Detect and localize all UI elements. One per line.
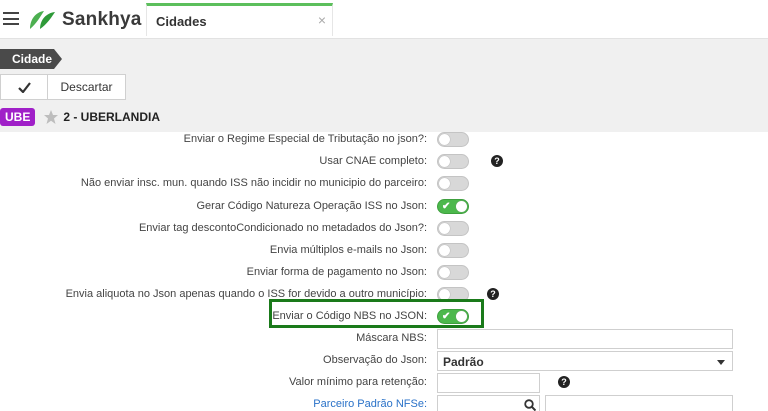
setting-row: Gerar Código Natureza Operação ISS no Js… [0, 197, 768, 217]
help-icon[interactable]: ? [487, 288, 499, 300]
star-icon[interactable] [43, 109, 59, 125]
parceiro-padrao-input[interactable] [437, 395, 540, 411]
close-icon[interactable]: × [318, 12, 326, 28]
search-icon[interactable] [524, 399, 536, 411]
toggle-switch[interactable] [437, 243, 469, 258]
sankhya-logo: Sankhya [28, 8, 142, 32]
toggle-switch[interactable] [437, 132, 469, 147]
select-value: Padrão [443, 355, 484, 369]
field-label: Valor mínimo para retenção: [289, 376, 427, 388]
parceiro-nome-field [545, 395, 733, 411]
action-buttons: Descartar [0, 74, 126, 100]
tab-cidades[interactable]: Cidades × [146, 3, 333, 36]
tab-label: Cidades [156, 14, 207, 29]
field-label: Observação do Json: [323, 354, 427, 366]
field-row: Parceiro Padrão NFSe: [0, 395, 768, 411]
breadcrumb-label: Cidade [12, 52, 53, 66]
parceiro-padrao-link[interactable]: Parceiro Padrão NFSe: [313, 398, 427, 410]
record-header: UBE 2 - UBERLANDIA [0, 107, 160, 127]
record-title: 2 - UBERLANDIA [63, 110, 161, 124]
field-row: Valor mínimo para retenção: ? [0, 373, 768, 393]
discard-button[interactable]: Descartar [48, 74, 126, 100]
toggle-switch[interactable] [437, 265, 469, 280]
setting-label: Enviar tag descontoCondicionado no metad… [138, 222, 427, 234]
setting-row: Enviar o Regime Especial de Tributação n… [0, 132, 768, 150]
setting-label: Gerar Código Natureza Operação ISS no Js… [196, 200, 427, 212]
setting-label: Enviar forma de pagamento no Json: [246, 266, 427, 278]
help-icon[interactable]: ? [558, 376, 570, 388]
observacao-json-select[interactable]: Padrão [437, 351, 733, 371]
setting-row: Enviar forma de pagamento no Json: [0, 263, 768, 283]
mascara-nbs-input[interactable] [437, 329, 733, 349]
setting-row: Enviar tag descontoCondicionado no metad… [0, 219, 768, 239]
leaf-logo-icon [30, 11, 55, 29]
setting-row: Envia múltiplos e-mails no Json: [0, 241, 768, 261]
check-icon [17, 81, 31, 93]
toggle-switch[interactable] [437, 154, 469, 169]
setting-label: Não enviar insc. mun. quando ISS não inc… [80, 177, 427, 189]
setting-row: Usar CNAE completo: ? [0, 152, 768, 172]
menu-icon[interactable] [3, 12, 19, 25]
confirm-button[interactable] [0, 74, 48, 100]
setting-label: Enviar o Regime Especial de Tributação n… [183, 133, 427, 145]
valor-minimo-input[interactable] [437, 373, 540, 393]
chevron-down-icon [717, 360, 725, 365]
toggle-switch[interactable] [437, 176, 469, 191]
highlight-box [269, 299, 484, 328]
field-row: Observação do Json: Padrão [0, 351, 768, 371]
city-badge: UBE [0, 108, 36, 126]
toggle-switch[interactable] [437, 221, 469, 236]
field-label: Máscara NBS: [356, 332, 427, 344]
setting-row: Não enviar insc. mun. quando ISS não inc… [0, 174, 768, 194]
help-icon[interactable]: ? [491, 155, 503, 167]
setting-label: Usar CNAE completo: [319, 155, 427, 167]
top-bar: Sankhya Cidades × [0, 0, 768, 39]
app-name: Sankhya [62, 9, 142, 30]
toggle-switch[interactable]: ✔ [437, 199, 469, 214]
form-content: Enviar o Regime Especial de Tributação n… [0, 132, 768, 411]
setting-label: Envia múltiplos e-mails no Json: [269, 244, 427, 256]
field-row: Máscara NBS: [0, 329, 768, 349]
